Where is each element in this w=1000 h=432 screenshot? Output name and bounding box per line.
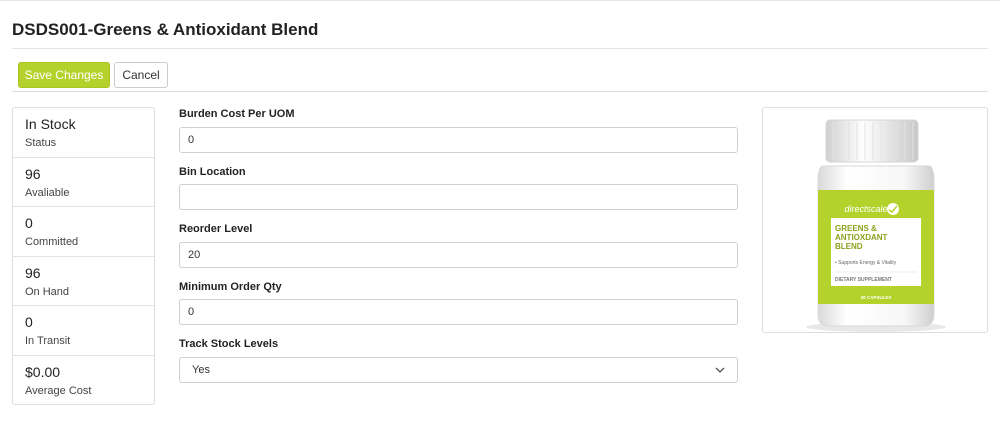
stat-on-hand: 96 On Hand [13,257,154,306]
product-name-line3: BLEND [835,242,863,251]
toolbar-divider [12,91,988,92]
stat-value: 0 [25,215,33,231]
stat-label: Committed [25,236,79,248]
chevron-down-icon [715,365,725,375]
product-name-line2: ANTIOXDANT [835,233,888,242]
inventory-stats-panel: In Stock Status 96 Avaliable 0 Committed… [12,107,155,405]
product-tagline: • Supports Energy & Vitality [835,260,897,266]
stat-value: 0 [25,314,33,330]
stat-value: $0.00 [25,363,61,380]
bin-location-input[interactable] [179,184,738,210]
burden-cost-label: Burden Cost Per UOM [179,108,295,120]
stat-available: 96 Avaliable [13,158,154,207]
product-category: DIETARY SUPPLEMENT [835,277,892,283]
product-count: 30 CAPSULES [861,295,892,300]
stat-label: Avaliable [25,186,70,199]
title-divider [12,48,988,49]
stat-label: On Hand [25,285,70,298]
stat-label: Average Cost [25,384,92,397]
save-changes-button[interactable]: Save Changes [18,62,110,88]
reorder-level-label: Reorder Level [179,223,253,235]
stat-value: 96 [25,165,41,182]
burden-cost-input[interactable] [179,127,738,153]
product-image-frame: directscale GREENS & ANTIOXDANT BLEND • … [762,107,988,333]
stat-value: 96 [25,264,41,281]
top-divider [0,0,1000,1]
reorder-level-input[interactable] [179,242,738,268]
track-stock-levels-value: Yes [192,364,210,376]
stat-average-cost: $0.00 Average Cost [13,356,154,406]
minimum-order-qty-input[interactable] [179,299,738,325]
stat-label: In Transit [25,335,71,347]
stat-label: Status [25,137,57,149]
track-stock-levels-label: Track Stock Levels [179,338,279,350]
stat-in-transit: 0 In Transit [13,306,154,356]
stat-status: In Stock Status [13,108,154,158]
page-title: DSDS001-Greens & Antioxidant Blend [12,20,319,39]
minimum-order-qty-label: Minimum Order Qty [179,281,282,293]
stat-value: In Stock [25,116,76,132]
product-bottle-image: directscale GREENS & ANTIOXDANT BLEND • … [806,119,946,332]
product-brand-text: directscale [844,204,887,214]
bin-location-label: Bin Location [179,166,246,178]
track-stock-levels-select[interactable]: Yes [179,357,738,383]
stat-committed: 0 Committed [13,207,154,257]
product-name-line1: GREENS & [835,224,877,233]
cancel-button[interactable]: Cancel [114,62,168,88]
